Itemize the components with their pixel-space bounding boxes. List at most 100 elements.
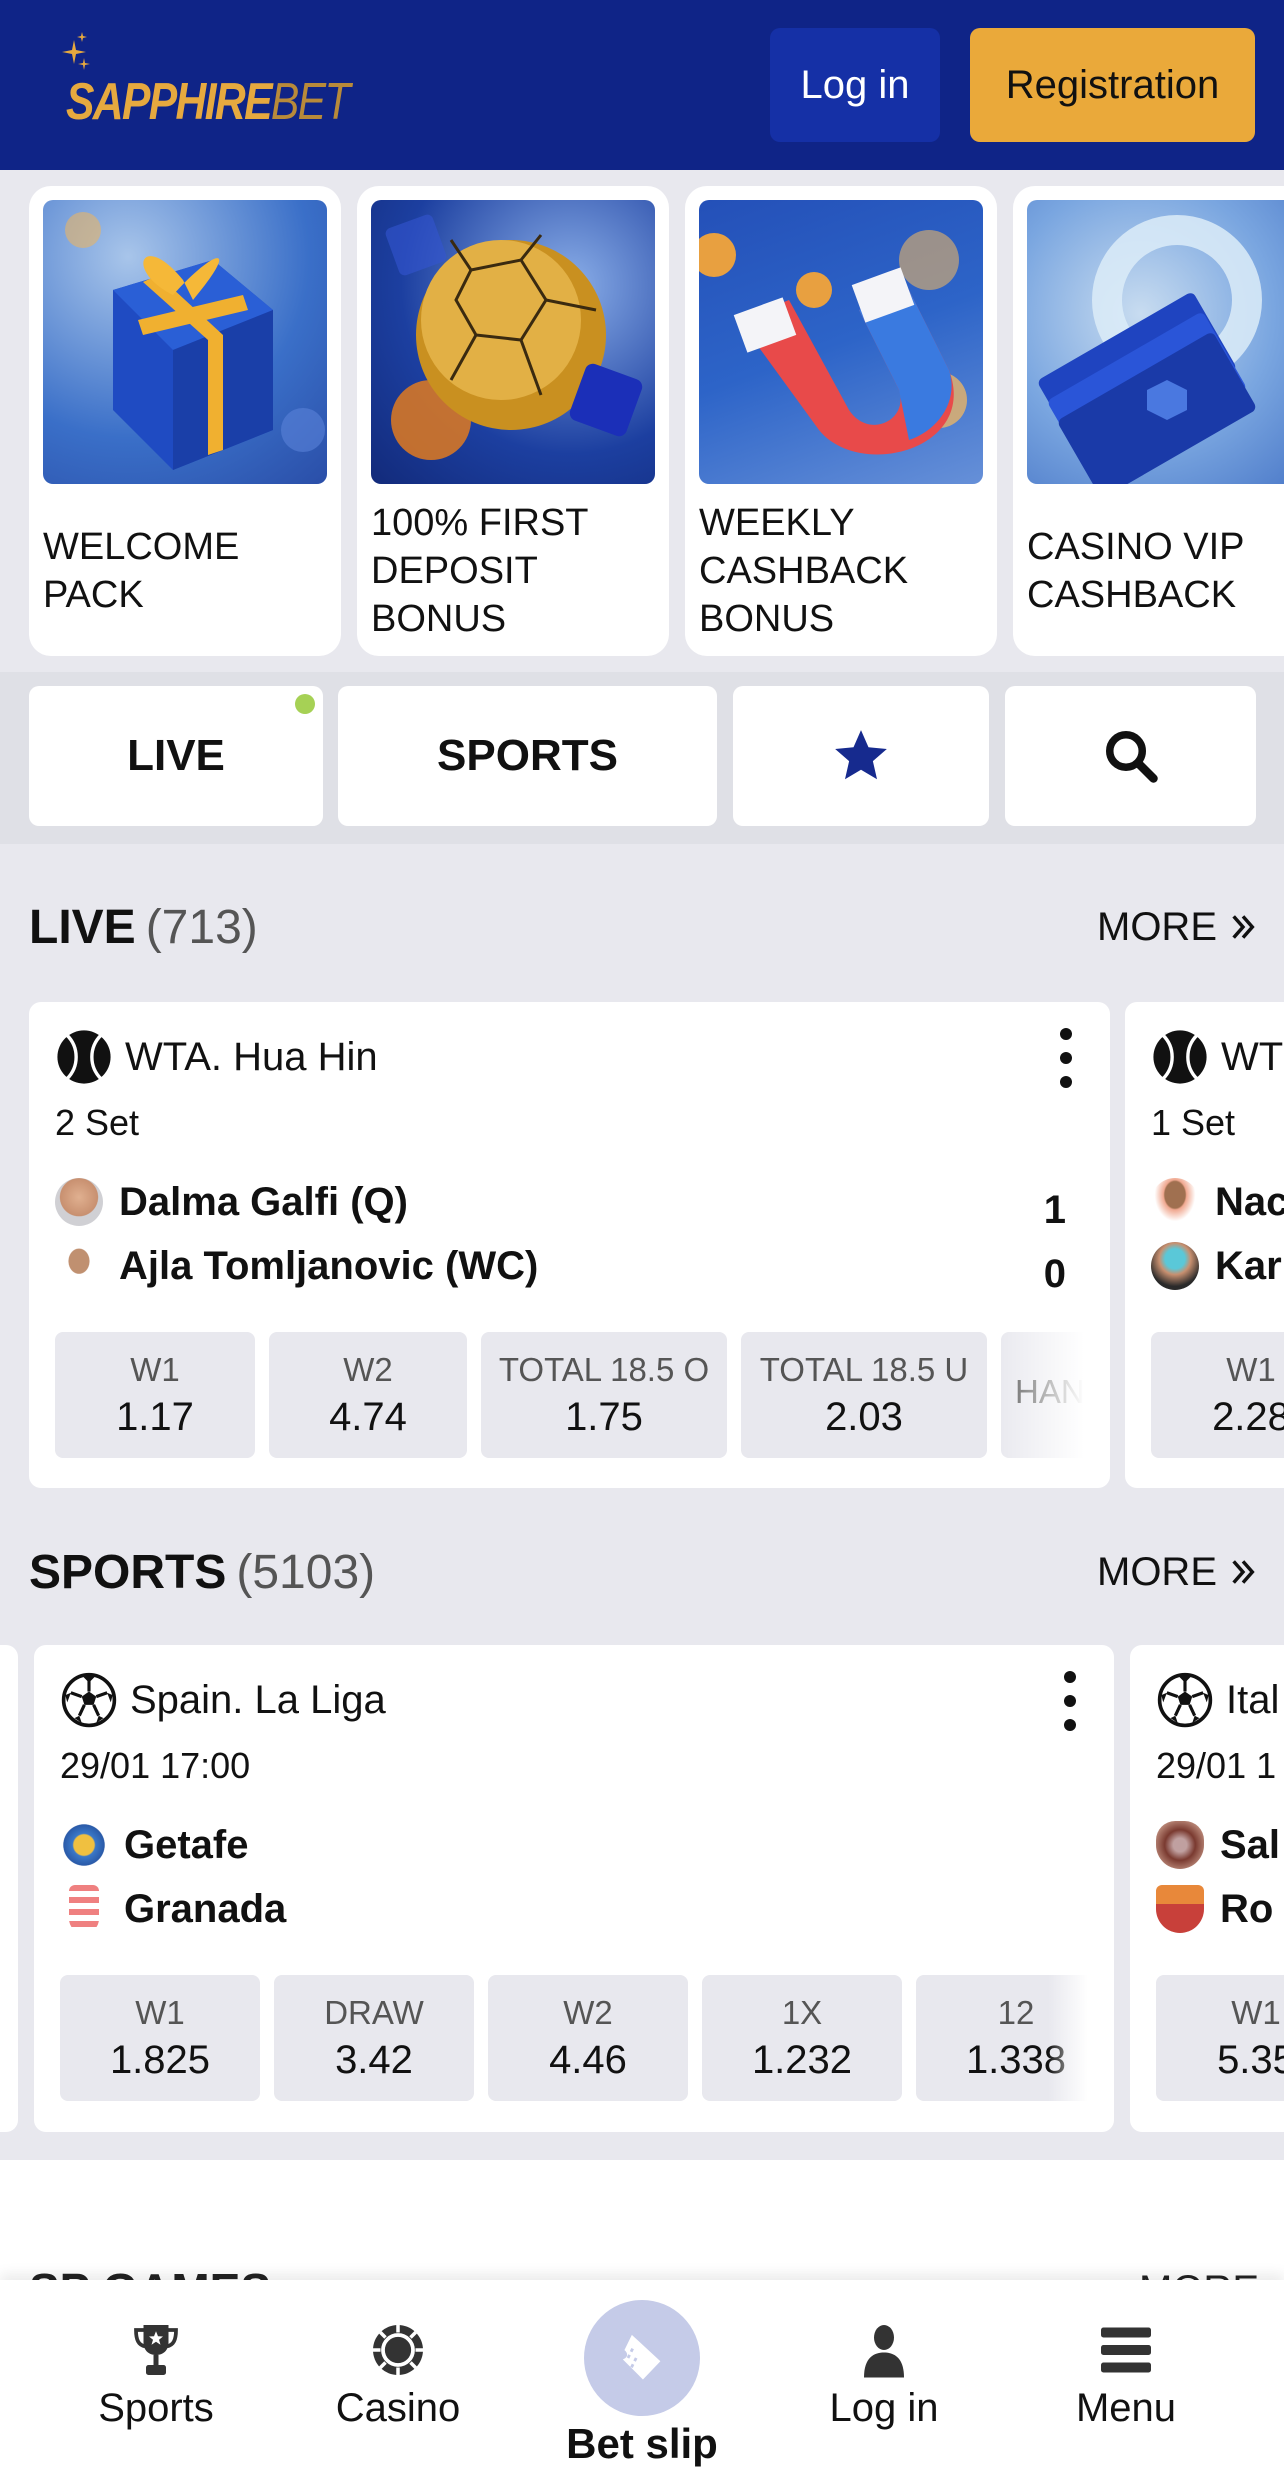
star-icon — [835, 730, 887, 780]
odd-button[interactable]: DRAW 3.42 — [274, 1975, 474, 2101]
banknotes-image — [1027, 200, 1284, 484]
more-options-icon[interactable] — [1056, 1028, 1076, 1088]
league-row: WTA. Hua Hin — [55, 1028, 378, 1086]
league-row: WT — [1151, 1028, 1283, 1086]
betslip-label: Bet slip — [566, 2420, 718, 2467]
odd-button[interactable]: HAN — [1001, 1332, 1084, 1458]
team-name: Sal — [1220, 1822, 1281, 1867]
sparkle-icon — [62, 32, 90, 70]
soccer-ball-icon — [61, 1672, 117, 1728]
golden-ball-image — [371, 200, 655, 484]
team-row-1: Sal — [1156, 1821, 1280, 1869]
team-name: Ajla Tomljanovic (WC) — [119, 1243, 539, 1288]
sports-more-link[interactable]: MORE — [1097, 1550, 1259, 1595]
team-name: Ro — [1220, 1886, 1274, 1931]
search-icon — [1105, 731, 1158, 783]
player-avatar — [55, 1242, 103, 1290]
team-row-1: Dalma Galfi (Q) — [55, 1178, 408, 1226]
match-status: 1 Set — [1151, 1102, 1236, 1143]
odd-button[interactable]: W2 4.74 — [269, 1332, 467, 1458]
registration-button[interactable]: Registration — [970, 28, 1255, 142]
promo-title: 100% FIRST DEPOSIT BONUS — [371, 502, 588, 640]
casino-chip-icon — [373, 2325, 423, 2375]
bottom-navigation: Sports Casino Bet slip Log in Menu — [0, 2280, 1284, 2479]
nav-login-label: Log in — [829, 2386, 939, 2430]
nav-sports[interactable]: Sports — [56, 2320, 256, 2431]
tab-live-label: LIVE — [127, 731, 225, 780]
soccer-ball-icon — [1157, 1672, 1213, 1728]
tab-favorites[interactable] — [733, 686, 989, 826]
odd-button[interactable]: W2 4.46 — [488, 1975, 688, 2101]
login-button[interactable]: Log in — [770, 28, 940, 142]
nav-login[interactable]: Log in — [784, 2320, 984, 2431]
team-row-2: Ajla Tomljanovic (WC) — [55, 1242, 538, 1290]
sapphirebet-logo[interactable]: SAPPHIREBET — [58, 30, 351, 131]
tab-sports[interactable]: SPORTS — [338, 686, 717, 826]
more-label: MORE — [1097, 1549, 1217, 1594]
team-name: Granada — [124, 1886, 287, 1931]
tab-live[interactable]: LIVE — [29, 686, 323, 826]
player-avatar — [1151, 1178, 1199, 1226]
odd-button[interactable]: TOTAL 18.5 U 2.03 — [741, 1332, 987, 1458]
nav-sports-label: Sports — [98, 2386, 214, 2430]
odd-button[interactable]: W1 5.35 — [1156, 1975, 1284, 2101]
player-avatar — [1151, 1242, 1199, 1290]
odd-button[interactable]: W1 1.17 — [55, 1332, 255, 1458]
tennis-ball-icon — [1153, 1030, 1207, 1084]
sports-section-header: SPORTS (5103) MORE — [29, 1537, 1259, 1607]
promo-card-welcome-pack[interactable]: WELCOME PACK — [29, 186, 341, 656]
nav-casino-label: Casino — [335, 2386, 461, 2430]
user-icon — [864, 2325, 904, 2378]
odd-button[interactable]: 1X 1.232 — [702, 1975, 902, 2101]
promo-title: CASINO VIP CASHBACK — [1027, 526, 1244, 616]
nav-menu[interactable]: Menu — [1026, 2320, 1226, 2431]
live-indicator-dot — [295, 694, 315, 714]
logo-wordmark: SAPPHIREBET — [66, 73, 351, 131]
odd-button[interactable]: W1 2.28 — [1151, 1332, 1284, 1458]
match-status: 2 Set — [55, 1102, 140, 1143]
tab-sports-label: SPORTS — [437, 731, 618, 780]
nav-menu-label: Menu — [1075, 2386, 1177, 2430]
more-label: MORE — [1097, 904, 1217, 949]
odd-button[interactable]: TOTAL 18.5 O 1.75 — [481, 1332, 727, 1458]
team-row-2: Granada — [60, 1885, 286, 1933]
double-chevron-right-icon — [1232, 915, 1255, 939]
promo-carousel[interactable]: WELCOME PACK 100% FIRST DEPOSIT BONUS WE… — [0, 170, 1284, 672]
league-name: WTA. Hua Hin — [125, 1034, 378, 1079]
player-avatar — [55, 1178, 103, 1226]
league-name: Ital — [1226, 1677, 1280, 1722]
tab-search[interactable] — [1005, 686, 1256, 826]
hamburger-menu-icon — [1101, 2327, 1151, 2373]
team-name: Nac — [1215, 1179, 1284, 1224]
team-row-1: Getafe — [60, 1821, 249, 1869]
league-name: WT — [1221, 1034, 1284, 1079]
promo-title: WELCOME PACK — [43, 526, 240, 616]
odd-button[interactable]: W1 1.825 — [60, 1975, 260, 2101]
sports-event-card[interactable]: Ital 29/01 1 Sal Ro W1 5.35 — [1130, 1645, 1284, 2132]
team-2-score: 0 — [1043, 1252, 1066, 1296]
live-event-card[interactable]: WT 1 Set Nac Kar W1 2.28 — [1125, 1002, 1284, 1488]
more-options-icon[interactable] — [1060, 1671, 1080, 1731]
team-row-2: Ro — [1156, 1885, 1273, 1933]
live-more-link[interactable]: MORE — [1097, 905, 1259, 950]
live-event-count: (713) — [145, 900, 258, 954]
league-row: Spain. La Liga — [60, 1671, 386, 1729]
gift-box-image — [43, 200, 327, 484]
live-event-card[interactable]: WTA. Hua Hin 2 Set Dalma Galfi (Q) 1 Ajl… — [29, 1002, 1110, 1488]
sports-event-card-previous[interactable] — [0, 1645, 18, 2132]
team-crest — [1156, 1885, 1204, 1933]
team-row-1: Nac — [1151, 1178, 1284, 1226]
odd-button[interactable]: 12 1.338 — [916, 1975, 1088, 2101]
team-row-2: Kar — [1151, 1242, 1282, 1290]
sports-event-card[interactable]: Spain. La Liga 29/01 17:00 Getafe Granad… — [34, 1645, 1114, 2132]
team-name: Dalma Galfi (Q) — [119, 1179, 408, 1224]
team-name: Kar — [1215, 1243, 1282, 1288]
promo-card-first-deposit[interactable]: 100% FIRST DEPOSIT BONUS — [357, 186, 669, 656]
betslip-button[interactable] — [584, 2300, 700, 2416]
nav-casino[interactable]: Casino — [298, 2320, 498, 2431]
odds-row: W1 2.28 — [1151, 1332, 1284, 1458]
sports-section-title: SPORTS — [29, 1545, 227, 1599]
live-section-title: LIVE — [29, 900, 136, 954]
promo-card-weekly-cashback[interactable]: WEEKLY CASHBACK BONUS — [685, 186, 997, 656]
promo-card-casino-vip[interactable]: CASINO VIP CASHBACK — [1013, 186, 1284, 656]
